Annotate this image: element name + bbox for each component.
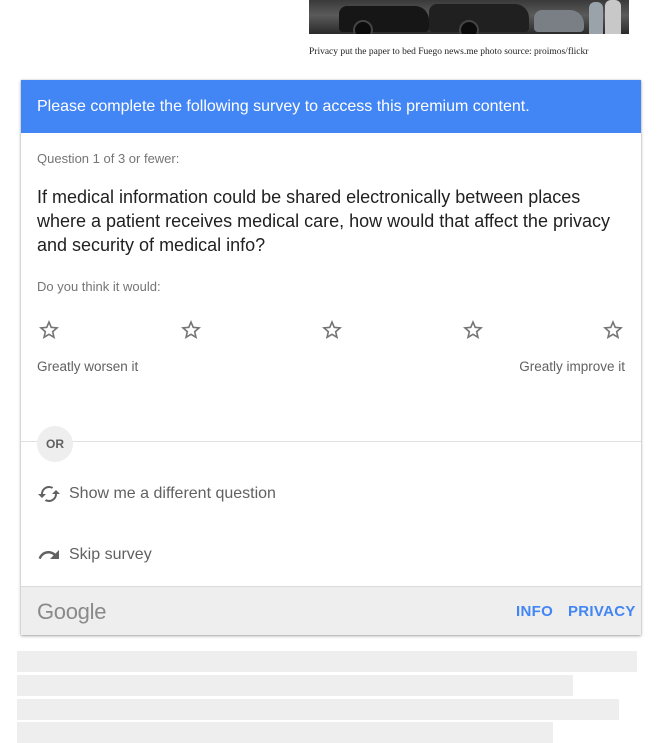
text-placeholder-bar [17, 722, 553, 743]
person-shape [589, 2, 603, 34]
car-shape [534, 10, 584, 32]
article-photo [309, 0, 629, 34]
info-link[interactable]: INFO [516, 603, 553, 620]
refresh-icon [37, 482, 61, 506]
text-placeholder-bar [17, 675, 573, 696]
star-icon[interactable] [461, 318, 485, 342]
skip-survey-button[interactable]: Skip survey [37, 543, 152, 567]
star-icon[interactable] [179, 318, 203, 342]
skip-survey-label: Skip survey [69, 546, 152, 563]
text-placeholder-bar [17, 651, 637, 672]
star-icon[interactable] [320, 318, 344, 342]
different-question-label: Show me a different question [69, 485, 276, 502]
survey-footer: Google INFO PRIVACY [21, 586, 641, 635]
wheel-shape [459, 20, 479, 34]
car-shape [429, 4, 529, 32]
survey-header: Please complete the following survey to … [21, 80, 641, 133]
survey-dialog: Please complete the following survey to … [21, 80, 641, 635]
or-badge: OR [37, 426, 73, 462]
person-shape [605, 0, 621, 34]
question-prompt: Do you think it would: [37, 279, 161, 294]
text-placeholder-bar [17, 699, 619, 720]
rating-label-low: Greatly worsen it [37, 359, 139, 374]
google-logo: Google [37, 599, 107, 624]
star-rating [37, 318, 629, 344]
photo-caption: Privacy put the paper to bed Fuego news.… [309, 47, 589, 57]
different-question-button[interactable]: Show me a different question [37, 482, 276, 506]
question-count: Question 1 of 3 or fewer: [37, 151, 180, 166]
rating-label-high: Greatly improve it [519, 359, 625, 374]
question-text: If medical information could be shared e… [37, 187, 610, 255]
star-icon[interactable] [37, 318, 61, 342]
star-icon[interactable] [601, 318, 625, 342]
wheel-shape [353, 20, 373, 34]
privacy-link[interactable]: PRIVACY [568, 603, 636, 620]
divider [21, 441, 641, 442]
redo-arrow-icon [37, 543, 61, 567]
